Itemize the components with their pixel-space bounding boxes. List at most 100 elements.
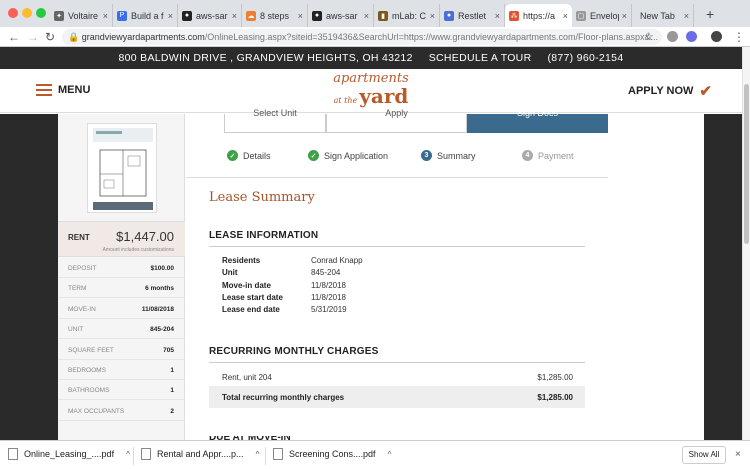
close-tab-icon[interactable]: ×: [232, 11, 237, 21]
chrome-menu-icon[interactable]: ⋮: [733, 30, 745, 44]
chevron-up-icon[interactable]: ^: [256, 450, 260, 459]
maximize-window-button[interactable]: [36, 8, 46, 18]
total-row: Total recurring monthly charges $1,285.0…: [209, 386, 585, 408]
url-bar[interactable]: 🔒 grandviewyardapartments.com/OnlineLeas…: [62, 29, 662, 45]
browser-tab-title: Restlet: [458, 10, 487, 21]
divider: [265, 447, 266, 465]
address-toolbar: ← → ↻ 🔒 grandviewyardapartments.com/Onli…: [0, 27, 750, 47]
close-tab-icon[interactable]: ×: [298, 11, 303, 21]
chevron-up-icon[interactable]: ^: [388, 450, 392, 459]
detail-row: MAX OCCUPANTS 2: [58, 401, 185, 421]
divider: [209, 246, 585, 247]
scrollbar-thumb[interactable]: [744, 84, 749, 244]
browser-tab[interactable]: New Tab ×: [632, 4, 694, 27]
browser-tab[interactable]: ☁ 8 steps ×: [242, 4, 308, 27]
detail-label: MAX OCCUPANTS: [68, 407, 125, 415]
tab-select-unit-label: Select Unit: [253, 108, 297, 118]
new-tab-button[interactable]: +: [706, 6, 714, 22]
close-icon[interactable]: ×: [735, 449, 741, 460]
lease-info-label: Unit: [222, 268, 238, 278]
download-item[interactable]: Rental and Appr....p... ^: [141, 448, 259, 460]
tab-favicon-icon: ▮: [378, 10, 388, 21]
browser-tab-title: Build a f: [131, 10, 164, 21]
close-window-button[interactable]: [8, 8, 18, 18]
property-address: 800 BALDWIN DRIVE , GRANDVIEW HEIGHTS, O…: [118, 52, 413, 64]
lease-info-value: 11/8/2018: [311, 292, 346, 302]
hamburger-icon: [36, 84, 52, 96]
download-shelf: Online_Leasing_....pdf ^ Rental and Appr..…: [0, 440, 750, 469]
lease-info-value: Conrad Knapp: [311, 256, 363, 265]
download-item[interactable]: Screening Cons....pdf ^: [273, 448, 391, 460]
logo-at-the: at the: [333, 96, 358, 105]
detail-value: 11/08/2018: [141, 305, 174, 313]
detail-label: MOVE-IN: [68, 305, 96, 313]
tab-favicon-icon: ●: [444, 10, 454, 21]
progress-step-payment[interactable]: 4 Payment: [522, 150, 574, 161]
minimize-window-button[interactable]: [22, 8, 32, 18]
progress-step-details[interactable]: ✓ Details: [227, 150, 271, 161]
close-tab-icon[interactable]: ×: [103, 11, 108, 21]
tab-apply-label: Apply: [385, 108, 408, 118]
browser-tab[interactable]: ⁂ https://a ×: [505, 4, 572, 27]
site-logo[interactable]: apartments at the yard: [318, 72, 424, 110]
browser-tab[interactable]: ● aws-sar ×: [308, 4, 374, 27]
lock-icon: 🔒: [68, 32, 82, 42]
download-filename: Rental and Appr....p...: [157, 449, 244, 459]
charge-row: Rent, unit 204 $1,285.00: [209, 366, 585, 388]
detail-row: BATHROOMS 1: [58, 380, 185, 401]
show-all-button[interactable]: Show All: [682, 446, 726, 464]
logo-line-yard: yard: [359, 84, 409, 108]
chevron-up-icon[interactable]: ^: [126, 450, 130, 459]
site-info-bar: 800 BALDWIN DRIVE , GRANDVIEW HEIGHTS, O…: [0, 47, 742, 69]
extension-blue-icon[interactable]: [686, 31, 697, 42]
browser-tab[interactable]: ● aws-sar ×: [178, 4, 242, 27]
detail-value: 2: [170, 407, 174, 415]
forward-arrow-icon[interactable]: →: [27, 30, 39, 44]
stage-tabs: Select Unit Apply Sign Docs: [186, 108, 608, 133]
close-tab-icon[interactable]: ×: [430, 11, 435, 21]
browser-tab[interactable]: ✦ Voltaire ×: [50, 4, 113, 27]
floorplan-thumbnail[interactable]: [87, 123, 157, 213]
download-item[interactable]: Online_Leasing_....pdf ^: [8, 448, 130, 460]
divider: [186, 177, 608, 178]
apply-now-button[interactable]: APPLY NOW ✔: [628, 82, 712, 100]
checkmark-icon: ✔: [699, 82, 712, 100]
charge-value: $1,285.00: [537, 373, 573, 382]
schedule-tour-link[interactable]: SCHEDULE A TOUR: [429, 52, 532, 64]
close-tab-icon[interactable]: ×: [563, 11, 568, 21]
close-tab-icon[interactable]: ×: [684, 11, 689, 21]
browser-tab[interactable]: ● Restlet ×: [440, 4, 505, 27]
close-tab-icon[interactable]: ×: [168, 11, 173, 21]
extension-shield-icon[interactable]: [667, 31, 678, 42]
profile-avatar-icon[interactable]: [711, 31, 722, 42]
close-tab-icon[interactable]: ×: [495, 11, 500, 21]
tab-sign-docs[interactable]: Sign Docs: [467, 108, 608, 133]
browser-tab[interactable]: ▮ mLab: C ×: [374, 4, 440, 27]
detail-label: DEPOSIT: [68, 265, 97, 272]
detail-row: SQUARE FEET 705: [58, 340, 185, 360]
progress-step-sign-application[interactable]: ✓ Sign Application: [308, 150, 388, 161]
tab-apply[interactable]: Apply: [326, 108, 467, 133]
lease-info-value: 845-204: [311, 268, 341, 278]
step-label: Sign Application: [324, 150, 389, 161]
tab-favicon-icon: ✦: [54, 10, 64, 21]
menu-button[interactable]: MENU: [36, 84, 90, 96]
progress-step-summary[interactable]: 3 Summary: [421, 150, 476, 161]
detail-row: UNIT 845-204: [58, 319, 185, 340]
browser-tab[interactable]: ▢ Envelop×: [572, 4, 632, 27]
rent-box: RENT $1,447.00 Amount includes customiza…: [58, 221, 185, 257]
tab-favicon-icon: ▢: [576, 10, 586, 21]
browser-tab[interactable]: P Build a f ×: [113, 4, 178, 27]
reload-icon[interactable]: ↻: [45, 30, 55, 44]
rent-note: Amount includes customizations: [102, 247, 174, 253]
browser-tab-title: Voltaire: [68, 10, 99, 21]
back-arrow-icon[interactable]: ←: [8, 30, 20, 44]
phone-link[interactable]: (877) 960-2154: [547, 52, 623, 64]
detail-value: 6 months: [145, 285, 174, 293]
detail-label: BATHROOMS: [68, 387, 110, 395]
close-tab-icon[interactable]: ×: [622, 11, 627, 21]
close-tab-icon[interactable]: ×: [364, 11, 369, 21]
divider: [133, 447, 134, 465]
bookmark-star-icon[interactable]: ☆: [644, 30, 654, 43]
tab-select-unit[interactable]: Select Unit: [224, 108, 326, 133]
